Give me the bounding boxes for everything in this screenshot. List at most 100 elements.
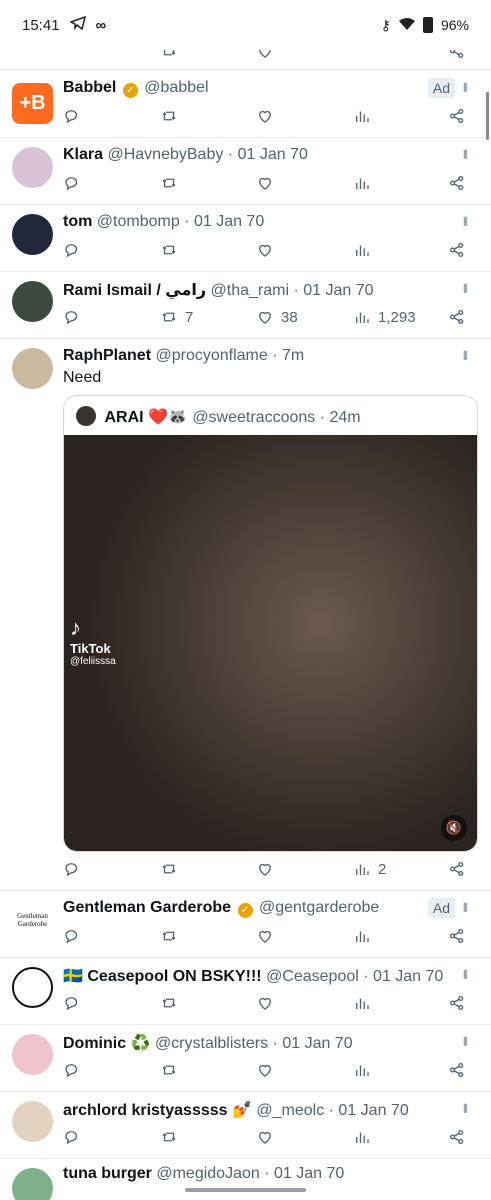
avatar[interactable] [12,348,53,389]
author-name[interactable]: tuna burger [63,1165,152,1182]
retweet-button[interactable] [160,994,178,1012]
tweet-klara[interactable]: Klara @HavnebyBaby · 01 Jan 70 ••• [0,138,491,205]
author-handle[interactable]: @gentgarderobe [259,899,379,916]
reply-button[interactable] [63,1128,81,1146]
share-button[interactable] [448,1128,466,1146]
share-button[interactable] [448,860,466,878]
author-handle[interactable]: @procyonflame [155,347,267,364]
author-name[interactable]: Babbel [63,79,116,96]
author-name[interactable]: 🇸🇪 Ceasepool ON BSKY!!! [63,968,262,985]
reply-button[interactable] [63,107,81,125]
author-handle[interactable]: @tombomp [97,213,180,230]
like-button[interactable] [256,1061,274,1079]
views-button[interactable] [353,994,371,1012]
views-button[interactable] [353,241,371,259]
like-button[interactable]: 38 [256,308,298,326]
more-options-icon[interactable]: ••• [458,1103,474,1112]
tweet-tuna[interactable]: tuna burger @megidoJaon · 01 Jan 70 [0,1159,491,1200]
share-button[interactable] [448,241,466,259]
share-button[interactable] [448,1061,466,1079]
retweet-button[interactable] [160,107,178,125]
tweet-rami[interactable]: Rami Ismail / رامي @tha_rami · 01 Jan 70… [0,272,491,339]
mute-icon[interactable]: 🔇 [441,815,467,841]
quote-avatar[interactable] [76,406,96,426]
share-button[interactable] [448,994,466,1012]
author-name[interactable]: tom [63,213,92,230]
retweet-button[interactable] [160,1128,178,1146]
tweet-partial-top[interactable] [0,50,491,70]
author-handle[interactable]: @tha_rami [211,282,290,299]
avatar[interactable] [12,1101,53,1142]
scrollbar[interactable] [486,92,489,140]
like-button[interactable] [256,860,274,878]
author-handle[interactable]: @_meolc [256,1102,324,1119]
share-button[interactable] [448,174,466,192]
views-button[interactable]: 2 [353,860,386,878]
like-button[interactable] [256,994,274,1012]
views-button[interactable] [353,107,371,125]
timeline-feed[interactable]: +B Babbel ✓ @babbel Ad ••• Klara @Havneb… [0,50,491,1200]
more-options-icon[interactable]: ••• [458,216,474,225]
tweet-tom[interactable]: tom @tombomp · 01 Jan 70 ••• [0,205,491,272]
like-button[interactable] [256,927,274,945]
like-button[interactable] [256,241,274,259]
retweet-button[interactable]: 7 [160,308,193,326]
author-handle[interactable]: @crystalblisters [155,1035,268,1052]
views-button[interactable] [353,1061,371,1079]
views-button[interactable] [353,1128,371,1146]
tweet-gentleman[interactable]: Gentleman Garderobe Gentleman Garderobe … [0,891,491,958]
tweet-archlord[interactable]: archlord kristyasssss 💅 @_meolc · 01 Jan… [0,1092,491,1159]
more-options-icon[interactable]: ••• [458,149,474,158]
views-button[interactable]: 1,293 [353,308,416,326]
author-name[interactable]: Dominic ♻️ [63,1035,150,1052]
retweet-button[interactable] [160,927,178,945]
author-handle[interactable]: @Ceasepool [266,968,359,985]
avatar[interactable] [12,967,53,1008]
more-options-icon[interactable]: ••• [458,969,474,978]
author-name[interactable]: RaphPlanet [63,347,151,364]
avatar[interactable] [12,281,53,322]
avatar[interactable]: +B [12,83,53,124]
video-media[interactable]: ♪ TikTok @feliisssa 🔇 [64,435,477,851]
retweet-button[interactable] [160,50,178,60]
retweet-button[interactable] [160,1061,178,1079]
author-handle[interactable]: @HavnebyBaby [107,146,223,163]
views-button[interactable] [353,927,371,945]
like-button[interactable] [256,107,274,125]
tweet-babbel[interactable]: +B Babbel ✓ @babbel Ad ••• [0,71,491,138]
gesture-nav-bar[interactable] [185,1188,306,1192]
quoted-tweet[interactable]: ARAI ❤️🦝 @sweetraccoons · 24m ♪ TikTok @… [63,395,478,852]
author-name[interactable]: Klara [63,146,103,163]
retweet-button[interactable] [160,241,178,259]
reply-button[interactable] [63,1061,81,1079]
tweet-ceasepool[interactable]: 🇸🇪 Ceasepool ON BSKY!!! @Ceasepool · 01 … [0,958,491,1025]
reply-button[interactable] [63,241,81,259]
reply-button[interactable] [63,308,81,326]
avatar[interactable]: Gentleman Garderobe [12,900,53,941]
avatar[interactable] [12,1034,53,1075]
reply-button[interactable] [63,174,81,192]
reply-button[interactable] [63,860,81,878]
tweet-dominic[interactable]: Dominic ♻️ @crystalblisters · 01 Jan 70 … [0,1025,491,1092]
like-button[interactable] [256,1128,274,1146]
avatar[interactable] [12,147,53,188]
author-handle[interactable]: @megidoJaon [156,1165,259,1182]
avatar[interactable] [12,1168,53,1200]
tweet-raphplanet[interactable]: RaphPlanet @procyonflame · 7m ••• Need A… [0,339,491,891]
more-options-icon[interactable]: ••• [458,283,474,292]
quote-author-handle[interactable]: @sweetraccoons [192,409,315,426]
share-button[interactable] [448,308,466,326]
more-options-icon[interactable]: ••• [458,902,474,911]
author-name[interactable]: archlord kristyasssss 💅 [63,1102,252,1119]
retweet-button[interactable] [160,860,178,878]
more-options-icon[interactable]: ••• [458,350,474,359]
share-button[interactable] [448,50,466,60]
reply-button[interactable] [63,994,81,1012]
author-handle[interactable]: @babbel [144,79,208,96]
quote-author-name[interactable]: ARAI ❤️🦝 [104,409,187,426]
author-name[interactable]: Rami Ismail / رامي [63,282,206,299]
views-button[interactable] [353,174,371,192]
avatar[interactable] [12,214,53,255]
share-button[interactable] [448,107,466,125]
more-options-icon[interactable]: ••• [458,1036,474,1045]
